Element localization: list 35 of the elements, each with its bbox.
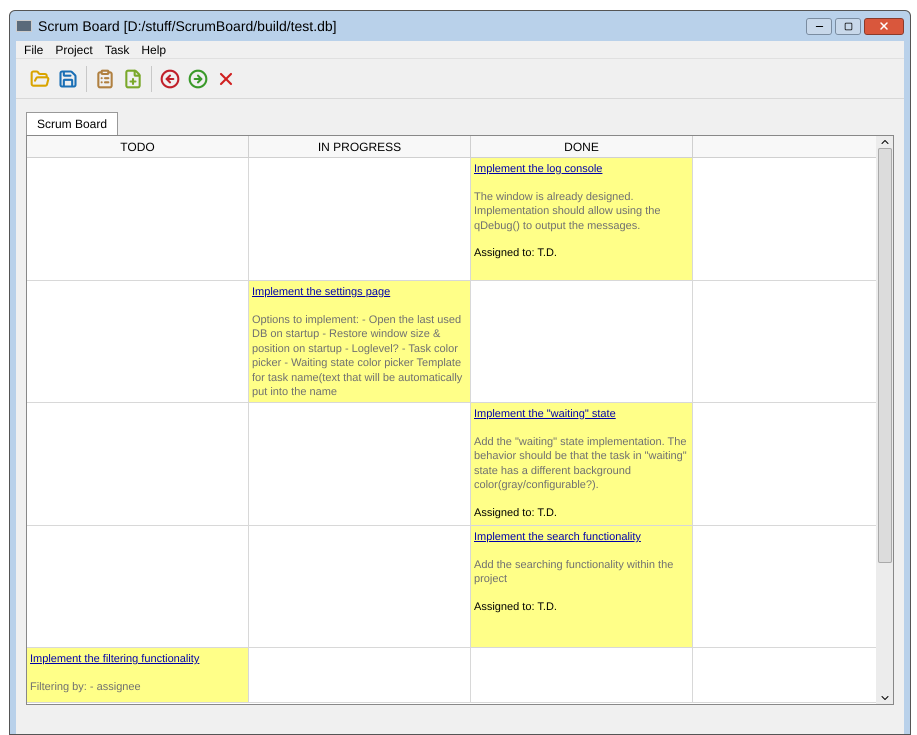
maximize-button[interactable]: [835, 18, 861, 34]
menu-item[interactable]: Task: [100, 40, 134, 58]
menu-item[interactable]: File: [19, 40, 48, 58]
menu-item[interactable]: Help: [136, 40, 172, 58]
task-title-link[interactable]: Implement the search functionality: [474, 530, 641, 544]
task-title-link[interactable]: Implement the log console: [474, 162, 602, 176]
column-header[interactable]: TODO: [27, 136, 249, 157]
task-description: Filtering by: - assignee: [30, 680, 142, 694]
window-title: Scrum Board [D:/stuff/ScrumBoard/build/test.db]: [38, 16, 337, 36]
back-arrow-button[interactable]: [158, 66, 182, 90]
task-description: Add the "waiting" state implementation. The behavior should be that the task in "waiting" state has a different background color(gray/configurable?).: [474, 434, 688, 492]
clipboard-icon: [95, 68, 115, 88]
forward-arrow-button[interactable]: [186, 66, 210, 90]
task-description: The window is already designed. Implementation should allow using the qDebug() to output the messages.: [474, 190, 662, 233]
close-button[interactable]: [864, 18, 904, 34]
scrollbar[interactable]: [876, 136, 893, 704]
task-title-link[interactable]: Implement the settings page: [252, 285, 390, 300]
task-assignee: Assigned to: T.D.: [474, 506, 558, 520]
folder-icon: [30, 68, 50, 88]
save-icon: [58, 68, 78, 88]
task-assignee: Assigned to: T.D.: [474, 246, 558, 260]
tab[interactable]: Scrum Board: [26, 112, 118, 135]
task-assignee: Assigned to: T.D.: [474, 600, 558, 614]
task-description: Add the searching functionality within the project: [474, 558, 674, 586]
close-icon: [878, 20, 890, 32]
task-title-link[interactable]: Implement the "waiting" state: [474, 407, 616, 422]
menu-item[interactable]: Project: [50, 40, 98, 58]
scroll-thumb[interactable]: [878, 148, 892, 563]
app-icon: [16, 20, 32, 32]
column-header[interactable]: DONE: [471, 136, 693, 157]
task-title-link[interactable]: Implement the filtering functionality: [30, 652, 200, 666]
note-add-icon: [123, 68, 143, 88]
column-header[interactable]: IN PROGRESS: [249, 136, 471, 157]
task-description: Options to implement: - Open the last used DB on startup - Restore window size & position on startup - Loglevel? - Task color picker - Waiting state color picker Template for task name(text that will be automatically put into the name: [252, 312, 464, 400]
maximize-icon: [844, 22, 852, 30]
